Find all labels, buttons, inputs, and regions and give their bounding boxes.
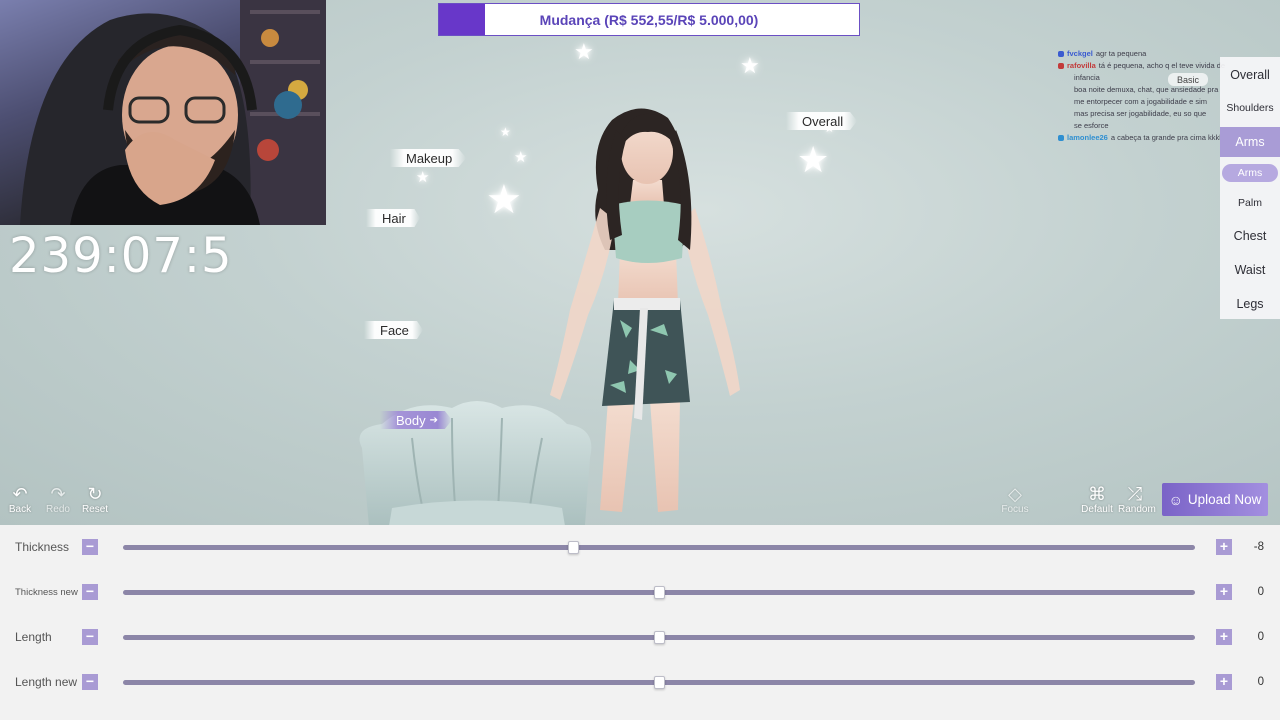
redo-arrow-icon: ↷ (50, 484, 66, 504)
hanger-icon: ⌘ (1088, 484, 1106, 504)
slider-row-length-new: Length new − + 0 (0, 668, 1280, 698)
category-body-label: Body (396, 412, 426, 428)
arrow-right-icon: ➔ (429, 414, 439, 426)
focus-label: Focus (1001, 504, 1029, 515)
chat-text: agr ta pequena (1095, 49, 1147, 58)
random-button[interactable]: ⤮ Random (1118, 484, 1156, 515)
slider-row-length: Length − + 0 (0, 623, 1280, 653)
menu-item-shoulders[interactable]: Shoulders (1220, 93, 1280, 123)
slider-row-thickness: Thickness − + -8 (0, 533, 1280, 563)
basic-tag[interactable]: Basic (1168, 73, 1208, 86)
star-decoration: ★ (797, 139, 830, 180)
slider-value: 0 (1257, 631, 1264, 643)
slider-value: -8 (1253, 541, 1264, 553)
focus-diamond-icon: ◇ (1008, 484, 1022, 504)
submenu-item-palm[interactable]: Palm (1220, 188, 1280, 218)
upload-avatar-icon: ☺ (1168, 491, 1183, 508)
menu-item-overall[interactable]: Overall (1220, 60, 1280, 90)
slider-label: Length new (15, 675, 78, 689)
chat-username: fvckgel (1067, 49, 1093, 58)
chat-text: mas precisa ser jogabilidade, eu so que (1074, 109, 1207, 118)
star-decoration: ★ (740, 53, 760, 78)
slider-label: Length (15, 630, 52, 644)
streamer-webcam-image (20, 0, 326, 225)
chat-text: infancia (1074, 73, 1100, 82)
slider-handle[interactable] (654, 676, 665, 689)
category-makeup[interactable]: Makeup (390, 149, 467, 167)
reset-circle-icon: ↻ (87, 484, 103, 504)
slider-row-thickness-new: Thickness new − + 0 (0, 578, 1280, 608)
stream-timer: 239:07:5 (9, 228, 233, 284)
redo-button[interactable]: ↷ Redo (41, 485, 75, 515)
slider-track[interactable] (123, 541, 1195, 554)
redo-label: Redo (46, 504, 70, 515)
slider-label: Thickness (15, 540, 70, 554)
focus-button[interactable]: ◇ Focus (998, 485, 1032, 515)
menu-item-chest[interactable]: Chest (1220, 221, 1280, 251)
slider-track[interactable] (123, 631, 1195, 644)
decrease-button[interactable]: − (82, 539, 98, 555)
reset-label: Reset (81, 504, 109, 515)
default-label: Default (1081, 504, 1113, 515)
category-body[interactable]: Body ➔ (380, 411, 453, 429)
goal-text: Mudança (R$ 552,55/R$ 5.000,00) (539, 11, 759, 28)
chat-text: me entorpecer com a jogabilidade e sim (1074, 97, 1207, 106)
character-model (550, 108, 740, 512)
random-label: Random (1118, 504, 1156, 515)
undo-arrow-icon: ↶ (12, 484, 28, 504)
slider-value: 0 (1257, 586, 1264, 598)
submenu-item-arms[interactable]: Arms (1222, 164, 1278, 182)
donation-goal-bar: Mudança (R$ 552,55/R$ 5.000,00) (438, 3, 860, 36)
chat-badge-icon (1058, 63, 1064, 70)
chat-text: se esforce (1074, 121, 1109, 130)
chat-username: rafovilla (1067, 61, 1096, 70)
decrease-button[interactable]: − (82, 584, 98, 600)
slider-handle[interactable] (568, 541, 580, 554)
slider-track[interactable] (123, 676, 1195, 689)
category-overall[interactable]: Overall (786, 112, 858, 130)
star-decoration: ★ (574, 39, 594, 64)
default-button[interactable]: ⌘ Default (1080, 485, 1114, 515)
webcam-overlay (0, 0, 326, 225)
slider-handle[interactable] (654, 586, 665, 599)
star-decoration: ★ (416, 169, 430, 186)
upload-label: Upload Now (1187, 492, 1262, 507)
star-decoration: ★ (500, 125, 511, 139)
menu-item-legs[interactable]: Legs (1220, 289, 1280, 319)
slider-track[interactable] (123, 586, 1195, 599)
reset-button[interactable]: ↻ Reset (78, 485, 112, 515)
menu-item-arms[interactable]: Arms (1220, 127, 1280, 157)
slider-panel: Thickness − + -8 Thickness new − + 0 Len… (0, 525, 1280, 720)
increase-button[interactable]: + (1216, 674, 1232, 690)
body-part-menu: Overall Shoulders Arms Arms Palm Chest W… (1220, 57, 1280, 319)
chat-text: tá é pequena, acho q el teve vivida de (1098, 61, 1226, 70)
increase-button[interactable]: + (1216, 539, 1232, 555)
back-button[interactable]: ↶ Back (3, 485, 37, 515)
category-face[interactable]: Face (364, 321, 423, 339)
chat-badge-icon (1058, 51, 1064, 58)
chat-username: lamonlee26 (1067, 133, 1108, 142)
increase-button[interactable]: + (1216, 629, 1232, 645)
chat-badge-icon (1058, 135, 1064, 142)
star-decoration: ★ (486, 178, 522, 222)
decrease-button[interactable]: − (82, 674, 98, 690)
back-label: Back (8, 504, 32, 515)
slider-value: 0 (1257, 676, 1264, 688)
chat-text: boa noite demuxa, chat, que ansiedade pr… (1074, 85, 1219, 94)
shuffle-icon: ⤮ (1127, 484, 1143, 504)
menu-item-waist[interactable]: Waist (1220, 255, 1280, 285)
category-hair[interactable]: Hair (366, 209, 420, 227)
star-decoration: ★ (514, 149, 528, 166)
slider-handle[interactable] (654, 631, 665, 644)
decrease-button[interactable]: − (82, 629, 98, 645)
increase-button[interactable]: + (1216, 584, 1232, 600)
slider-label: Thickness new (15, 587, 78, 598)
upload-now-button[interactable]: ☺ Upload Now (1162, 483, 1268, 516)
chat-text: a cabeça ta grande pra cima kkkk (1110, 133, 1224, 142)
